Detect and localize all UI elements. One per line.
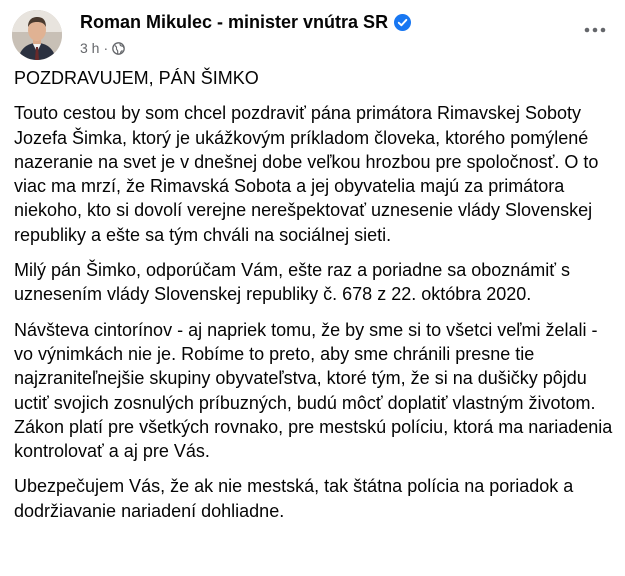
avatar-photo [12, 10, 62, 60]
meta-separator: · [103, 40, 109, 56]
post-meta: 3 h · [80, 40, 125, 56]
post-paragraph-3: Návšteva cintorínov - aj napriek tomu, ž… [14, 319, 613, 462]
post-paragraph-1: Touto cestou by som chcel pozdraviť pána… [14, 103, 599, 245]
post-header: Roman Mikulec - minister vnútra SR 3 h · [12, 8, 613, 60]
author-name[interactable]: Roman Mikulec - minister vnútra SR [80, 12, 412, 33]
post-content: POZDRAVUJEM, PÁN ŠIMKO Touto cestou by s… [14, 66, 614, 534]
facebook-post: Roman Mikulec - minister vnútra SR 3 h · [0, 0, 625, 576]
post-title: POZDRAVUJEM, PÁN ŠIMKO [14, 68, 259, 88]
post-options-button[interactable] [579, 20, 611, 40]
more-dots-icon [584, 27, 606, 33]
post-timestamp[interactable]: 3 h [80, 40, 99, 56]
post-paragraph-2: Milý pán Šimko, odporúčam Vám, ešte raz … [14, 260, 571, 305]
verified-badge-icon [394, 14, 412, 31]
globe-icon[interactable] [112, 41, 125, 55]
author-avatar[interactable] [12, 10, 62, 60]
author-name-text[interactable]: Roman Mikulec - minister vnútra SR [80, 12, 388, 33]
post-paragraph-4: Ubezpečujem Vás, že ak nie mestská, tak … [14, 476, 574, 521]
